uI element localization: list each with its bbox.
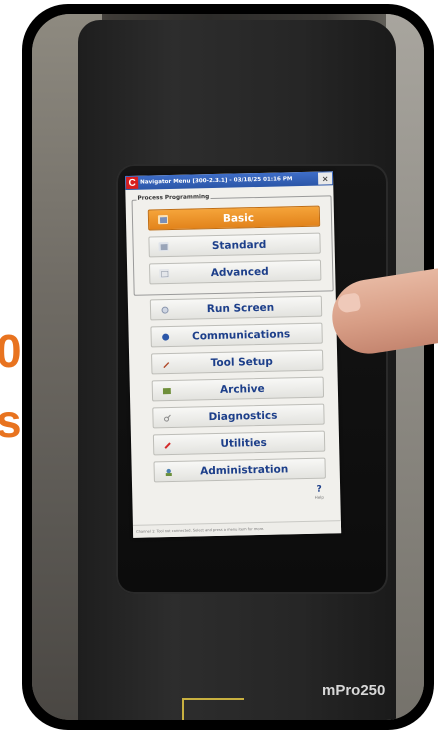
utilities-icon xyxy=(163,440,173,449)
archive-label: Archive xyxy=(219,382,265,396)
device-model-label: mPro250 xyxy=(322,682,386,699)
tool-setup-label: Tool Setup xyxy=(210,355,273,369)
cable xyxy=(182,698,244,720)
tool-setup-icon xyxy=(161,359,171,368)
help-label: Help xyxy=(314,494,324,500)
advanced-label: Advanced xyxy=(210,265,269,279)
utilities-label: Utilities xyxy=(220,436,267,450)
standard-button[interactable]: Standard xyxy=(148,232,321,258)
communications-label: Communications xyxy=(191,327,291,343)
administration-button[interactable]: Administration xyxy=(153,457,326,483)
communications-icon xyxy=(161,332,171,341)
app-logo-icon: C xyxy=(126,176,139,189)
run-screen-icon xyxy=(160,305,170,314)
overlay-text-bottom: s xyxy=(0,395,22,447)
advanced-button[interactable]: Advanced xyxy=(148,259,322,285)
basic-button[interactable]: Basic xyxy=(147,205,321,231)
communications-button[interactable]: Communications xyxy=(150,322,323,348)
archive-icon xyxy=(162,386,172,395)
window-title: Navigator Menu [300-2.3.1] - 03/18/25 01… xyxy=(140,176,293,186)
tool-setup-button[interactable]: Tool Setup xyxy=(151,349,324,375)
archive-button[interactable]: Archive xyxy=(151,376,325,402)
utilities-button[interactable]: Utilities xyxy=(152,430,326,456)
administration-label: Administration xyxy=(200,462,289,477)
overlay-text-top: 0 xyxy=(0,325,22,377)
close-button[interactable]: × xyxy=(317,172,333,185)
diagnostics-icon xyxy=(162,413,172,422)
help-icon: ? xyxy=(316,484,322,495)
help-button[interactable]: ? Help xyxy=(310,484,328,504)
basic-icon xyxy=(157,215,169,225)
standard-label: Standard xyxy=(211,238,267,252)
administration-icon xyxy=(164,467,174,476)
group-label: Process Programming xyxy=(136,194,211,202)
basic-label: Basic xyxy=(222,211,255,225)
touch-screen: C Navigator Menu [300-2.3.1] - 03/18/25 … xyxy=(125,171,342,538)
diagnostics-label: Diagnostics xyxy=(208,409,278,423)
diagnostics-button[interactable]: Diagnostics xyxy=(152,403,325,429)
standard-icon xyxy=(158,242,169,252)
fingernail xyxy=(336,292,362,314)
run-screen-label: Run Screen xyxy=(206,301,275,315)
run-screen-button[interactable]: Run Screen xyxy=(149,295,323,321)
advanced-icon xyxy=(159,269,170,279)
